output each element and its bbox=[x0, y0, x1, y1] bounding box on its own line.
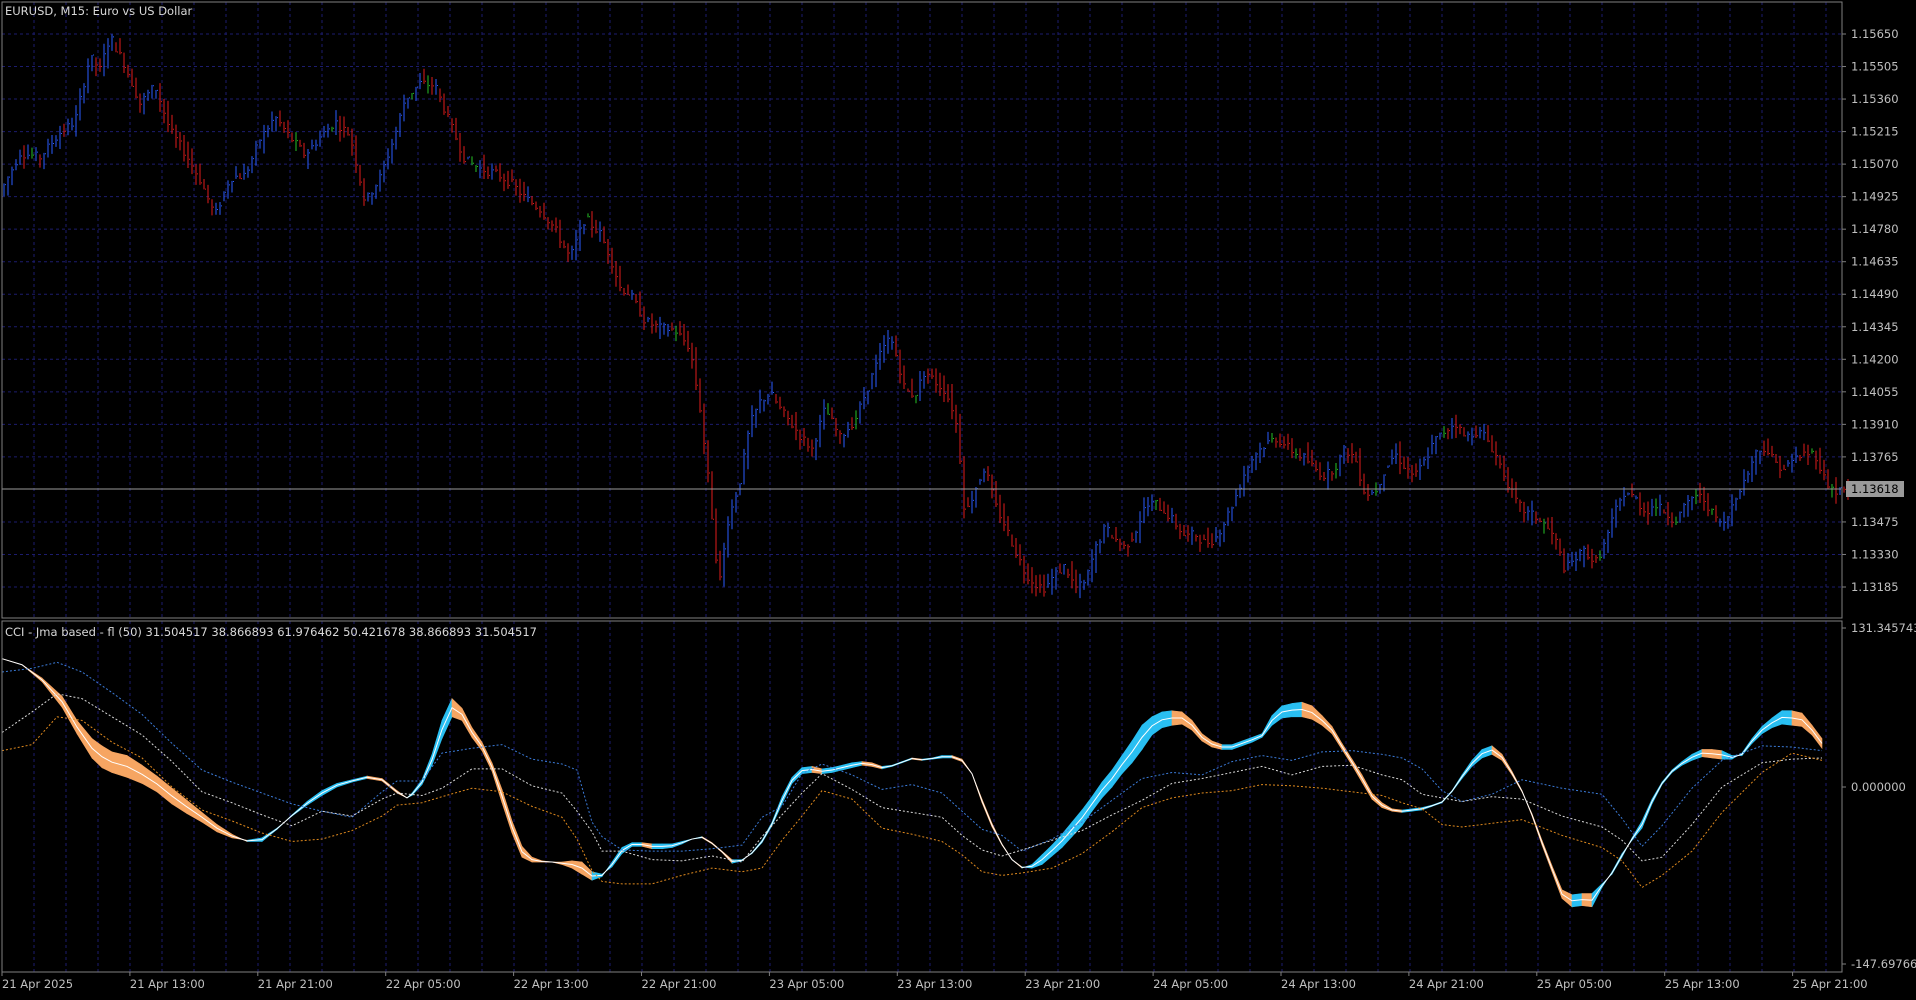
price-tick-label: 1.14635 bbox=[1851, 255, 1899, 269]
price-tick-label: 1.15070 bbox=[1851, 157, 1899, 171]
time-tick-label: 25 Apr 05:00 bbox=[1537, 977, 1612, 991]
time-tick-label: 22 Apr 21:00 bbox=[642, 977, 717, 991]
symbol-title: EURUSD, M15: Euro vs US Dollar bbox=[5, 4, 193, 18]
time-tick-label: 23 Apr 21:00 bbox=[1025, 977, 1100, 991]
price-tick-label: 1.15650 bbox=[1851, 27, 1899, 41]
price-tick-label: 1.13330 bbox=[1851, 547, 1899, 561]
price-tick-label: 1.14055 bbox=[1851, 385, 1899, 399]
time-tick-label: 21 Apr 13:00 bbox=[130, 977, 205, 991]
price-tick-label: 1.13185 bbox=[1851, 580, 1899, 594]
price-tick-label: 1.15360 bbox=[1851, 92, 1899, 106]
chart-canvas[interactable]: EURUSD, M15: Euro vs US Dollar CCI - Jma… bbox=[0, 0, 1916, 996]
chart-root[interactable]: EURUSD, M15: Euro vs US Dollar CCI - Jma… bbox=[0, 0, 1916, 996]
time-tick-label: 23 Apr 05:00 bbox=[769, 977, 844, 991]
price-tick-label: 1.14780 bbox=[1851, 222, 1899, 236]
time-tick-label: 24 Apr 21:00 bbox=[1409, 977, 1484, 991]
time-tick-label: 25 Apr 21:00 bbox=[1793, 977, 1868, 991]
price-tick-label: 1.15215 bbox=[1851, 125, 1899, 139]
indicator-scale-max: 131.345743 bbox=[1851, 621, 1916, 635]
time-tick-label: 21 Apr 21:00 bbox=[258, 977, 333, 991]
current-price-text: 1.13618 bbox=[1851, 482, 1899, 496]
indicator-scale-min: -147.69766 bbox=[1851, 957, 1916, 971]
time-tick-label: 22 Apr 13:00 bbox=[514, 977, 589, 991]
price-tick-label: 1.15505 bbox=[1851, 60, 1899, 74]
time-tick-label: 24 Apr 05:00 bbox=[1153, 977, 1228, 991]
time-tick-label: 22 Apr 05:00 bbox=[386, 977, 461, 991]
time-tick-label: 25 Apr 13:00 bbox=[1665, 977, 1740, 991]
indicator-scale-zero: 0.000000 bbox=[1851, 780, 1906, 794]
time-tick-label: 21 Apr 2025 bbox=[2, 977, 73, 991]
price-tick-label: 1.13910 bbox=[1851, 417, 1899, 431]
price-tick-label: 1.14345 bbox=[1851, 320, 1899, 334]
price-tick-label: 1.14200 bbox=[1851, 352, 1899, 366]
price-tick-label: 1.13765 bbox=[1851, 450, 1899, 464]
time-tick-label: 23 Apr 13:00 bbox=[897, 977, 972, 991]
time-tick-label: 24 Apr 13:00 bbox=[1281, 977, 1356, 991]
price-tick-label: 1.14490 bbox=[1851, 287, 1899, 301]
current-price-label: 1.13618 bbox=[1846, 481, 1904, 497]
price-tick-label: 1.13475 bbox=[1851, 515, 1899, 529]
price-tick-label: 1.14925 bbox=[1851, 190, 1899, 204]
indicator-label: CCI - Jma based - fl (50) 31.504517 38.8… bbox=[5, 625, 537, 639]
